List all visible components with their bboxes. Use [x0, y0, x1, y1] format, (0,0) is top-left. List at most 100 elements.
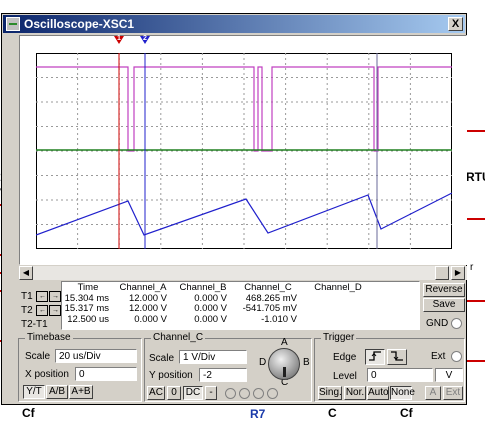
- scroll-left-button[interactable]: ◀: [19, 266, 33, 280]
- t2-time: 15.317 ms: [64, 303, 109, 314]
- scope-screen: [36, 53, 452, 249]
- y-position-label: Y position: [149, 370, 193, 381]
- cursor-t2-control: T2 ← →: [21, 305, 62, 317]
- t2-right-arrow-button[interactable]: →: [49, 305, 62, 316]
- save-button[interactable]: Save: [423, 298, 465, 312]
- minus-coupling-button[interactable]: -: [205, 386, 217, 400]
- schematic-wire: [466, 218, 485, 220]
- schematic-label-cf-2: Cf: [400, 406, 413, 420]
- knob-pointer-icon: [283, 367, 286, 377]
- trigger-level-field[interactable]: 0: [367, 368, 433, 382]
- t1-channel-d: [303, 294, 373, 305]
- schematic-label-r7: R7: [250, 407, 266, 421]
- cursor-delta-label: T2-T1: [21, 319, 48, 330]
- header-channel-b: Channel_B: [179, 282, 227, 293]
- table-row: 15.317 ms 12.000 V 0.000 V -541.705 mV: [63, 303, 373, 315]
- delta-channel-d: [303, 315, 373, 326]
- ext-label: Ext: [431, 351, 446, 362]
- cursor-t1-control: T1 ← →: [21, 291, 62, 303]
- schematic-label-c: C: [328, 406, 337, 420]
- trigger-group: Trigger Edge Ext Level 0 V Sing. Nor. Au…: [314, 332, 465, 402]
- oscilloscope-window: Oscilloscope-XSC1 X 12 ◀ ▶ T1 ← → T2 ← → T…: [1, 13, 467, 405]
- cursor-t2-label: T2: [21, 305, 33, 317]
- schematic-label-cf: Cf: [22, 406, 35, 420]
- horizontal-scrollbar[interactable]: ◀ ▶: [19, 266, 467, 280]
- scroll-thumb[interactable]: [435, 266, 449, 280]
- trigger-level-unit[interactable]: V: [435, 368, 463, 382]
- t2-channel-d: [303, 304, 373, 315]
- channel-scale-field[interactable]: 1 V/Div: [179, 350, 247, 364]
- schematic-wire: [466, 300, 485, 302]
- schematic-label-rtu: RTU: [466, 170, 485, 184]
- channel-radio-1[interactable]: [225, 388, 236, 399]
- schematic-wire: [466, 130, 485, 132]
- readout-header: Time Channel_A Channel_B Channel_C Chann…: [63, 282, 373, 294]
- yt-mode-button[interactable]: Y/T: [23, 385, 45, 399]
- source-a-button[interactable]: A: [425, 386, 441, 400]
- channel-radio-3[interactable]: [253, 388, 264, 399]
- zero-coupling-button[interactable]: 0: [167, 386, 181, 400]
- ext-trigger-radio[interactable]: [451, 351, 462, 362]
- cursor-1-label: 1: [117, 35, 121, 42]
- y-position-field[interactable]: -2: [199, 368, 247, 382]
- delta-channel-a: 0.000 V: [134, 313, 167, 325]
- delta-time: 12.500 us: [67, 313, 109, 325]
- dc-coupling-button[interactable]: DC: [183, 386, 203, 400]
- scroll-right-button[interactable]: ▶: [451, 266, 465, 280]
- timebase-scale-field[interactable]: 20 us/Div: [55, 349, 137, 363]
- timebase-group: Timebase Scale 20 us/Div X position 0 Y/…: [18, 332, 142, 402]
- ab-mode-button[interactable]: A/B: [46, 385, 68, 399]
- gnd-label: GND: [426, 318, 449, 329]
- t1-left-arrow-button[interactable]: ←: [36, 291, 49, 302]
- close-button[interactable]: X: [448, 17, 463, 31]
- edge-label: Edge: [333, 352, 357, 363]
- scope-display: 12: [19, 35, 467, 265]
- knob-label-a: A: [281, 337, 288, 348]
- ac-coupling-button[interactable]: AC: [147, 386, 165, 400]
- header-channel-c: Channel_C: [244, 282, 292, 293]
- schematic-wire: [466, 360, 485, 362]
- t2-channel-c: -541.705 mV: [242, 303, 297, 314]
- x-position-label: X position: [25, 369, 69, 380]
- knob-label-b: B: [303, 357, 310, 368]
- oscilloscope-icon: [6, 17, 20, 31]
- trigger-title: Trigger: [321, 332, 357, 343]
- normal-mode-button[interactable]: Nor.: [344, 386, 366, 400]
- reverse-button[interactable]: Reverse: [423, 283, 465, 297]
- waveform-plot: [36, 53, 452, 249]
- readout-table: Time Channel_A Channel_B Channel_C Chann…: [63, 282, 373, 326]
- cursor-t1-label: T1: [21, 291, 33, 303]
- knob-label-d: D: [259, 357, 267, 368]
- timebase-title: Timebase: [25, 332, 73, 343]
- aplusb-mode-button[interactable]: A+B: [69, 385, 93, 399]
- channel-radio-4[interactable]: [267, 388, 278, 399]
- t1-right-arrow-button[interactable]: →: [49, 291, 62, 302]
- level-label: Level: [333, 371, 357, 382]
- falling-edge-button[interactable]: [387, 349, 407, 365]
- source-ext-button[interactable]: Ext: [443, 386, 463, 400]
- schematic-label-r: r: [470, 262, 474, 273]
- t2-channel-b: 0.000 V: [194, 303, 227, 314]
- channel-selector-knob[interactable]: [268, 348, 300, 380]
- channel-radio-2[interactable]: [239, 388, 250, 399]
- header-channel-d: Channel_D: [314, 282, 362, 293]
- title-bar[interactable]: Oscilloscope-XSC1 X: [3, 15, 465, 33]
- header-time: Time: [77, 282, 99, 293]
- timebase-scale-label: Scale: [25, 351, 51, 362]
- falling-edge-icon: [391, 351, 403, 361]
- cursor-readout-panel: Time Channel_A Channel_B Channel_C Chann…: [61, 281, 420, 330]
- channel-title: Channel_C: [151, 332, 206, 343]
- single-mode-button[interactable]: Sing.: [318, 386, 342, 400]
- table-row: 12.500 us 0.000 V 0.000 V -1.010 V: [63, 313, 373, 326]
- cursor-2-label: 2: [143, 35, 147, 42]
- x-position-field[interactable]: 0: [75, 367, 137, 381]
- t2-channel-a: 12.000 V: [128, 303, 167, 314]
- window-title: Oscilloscope-XSC1: [24, 17, 135, 31]
- channel-scale-label: Scale: [149, 353, 175, 364]
- gnd-terminal-radio[interactable]: [451, 318, 462, 329]
- none-mode-button[interactable]: None: [390, 386, 415, 400]
- t2-left-arrow-button[interactable]: ←: [36, 305, 49, 316]
- auto-mode-button[interactable]: Auto: [367, 386, 389, 400]
- channel-group: Channel_C Scale 1 V/Div Y position -2 AC…: [144, 332, 312, 402]
- rising-edge-button[interactable]: [365, 349, 385, 365]
